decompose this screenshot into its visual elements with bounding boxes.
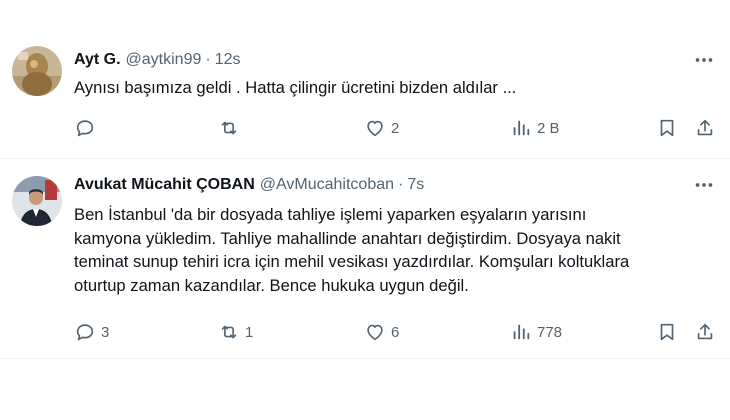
bookmark-button[interactable] <box>656 115 678 141</box>
bookmark-icon <box>656 117 678 139</box>
tweet-header: Ayt G. @aytkin99 · 12s <box>74 49 241 71</box>
display-name[interactable]: Ayt G. <box>74 51 121 69</box>
view-count: 778 <box>537 323 563 341</box>
tweet-text-line: teminat sunup tehiri icra için mehil ves… <box>74 252 630 271</box>
reply-button[interactable] <box>74 115 101 141</box>
timestamp[interactable]: 7s <box>407 176 424 194</box>
reply-icon <box>74 117 96 139</box>
like-button[interactable]: 6 <box>364 319 399 345</box>
tweet-text-line: oturtup zaman kazandılar. Bence hukuka u… <box>74 275 469 295</box>
action-bar: 3 1 6 778 <box>62 319 722 345</box>
statue-avatar-image <box>12 46 62 96</box>
bookmark-icon <box>656 321 678 343</box>
tweet[interactable]: Avukat Mücahit ÇOBAN @AvMucahitcoban · 7… <box>0 158 730 358</box>
share-icon <box>694 321 716 343</box>
tweet-text-line: kamyona yükledim. Tahliye mahallinde ana… <box>74 228 621 248</box>
view-count: 2 B <box>537 119 560 137</box>
share-button[interactable] <box>694 319 716 345</box>
tweet[interactable]: Ayt G. @aytkin99 · 12s Aynısı başımıza g… <box>0 0 730 158</box>
views-icon <box>510 117 532 139</box>
bookmark-button[interactable] <box>656 319 678 345</box>
views-button[interactable]: 778 <box>510 319 562 345</box>
separator: · <box>205 51 211 68</box>
reply-button[interactable]: 3 <box>74 319 109 345</box>
tweet-header: Avukat Mücahit ÇOBAN @AvMucahitcoban · 7… <box>74 174 424 196</box>
views-button[interactable]: 2 B <box>510 115 560 141</box>
more-icon[interactable] <box>692 174 716 196</box>
timestamp[interactable]: 12s <box>215 51 241 69</box>
tweet-text-line: Ben İstanbul 'da bir dosyada tahliye işl… <box>74 205 587 224</box>
retweet-icon <box>218 321 240 343</box>
share-icon <box>694 117 716 139</box>
person-avatar-image <box>12 176 62 226</box>
action-bar: 2 2 B <box>62 115 722 141</box>
like-count: 2 <box>391 119 400 137</box>
user-handle[interactable]: @aytkin99 <box>126 51 202 69</box>
retweet-icon <box>218 117 240 139</box>
share-button[interactable] <box>694 115 716 141</box>
avatar[interactable] <box>12 176 62 226</box>
reply-icon <box>74 321 96 343</box>
reply-count: 3 <box>101 323 110 341</box>
retweet-button[interactable] <box>218 115 245 141</box>
heart-icon <box>364 117 386 139</box>
tweet-divider <box>0 358 730 359</box>
heart-icon <box>364 321 386 343</box>
views-icon <box>510 321 532 343</box>
separator: · <box>398 176 404 193</box>
tweet-text: Aynısı başımıza geldi . Hatta çilingir ü… <box>74 78 517 97</box>
display-name[interactable]: Avukat Mücahit ÇOBAN <box>74 176 255 194</box>
retweet-count: 1 <box>245 323 254 341</box>
more-icon[interactable] <box>692 49 716 71</box>
tweet-text: Ben İstanbul 'da bir dosyada tahliye işl… <box>74 203 719 297</box>
avatar[interactable] <box>12 46 62 96</box>
user-handle[interactable]: @AvMucahitcoban <box>260 176 394 194</box>
retweet-button[interactable]: 1 <box>218 319 253 345</box>
like-button[interactable]: 2 <box>364 115 399 141</box>
like-count: 6 <box>391 323 400 341</box>
